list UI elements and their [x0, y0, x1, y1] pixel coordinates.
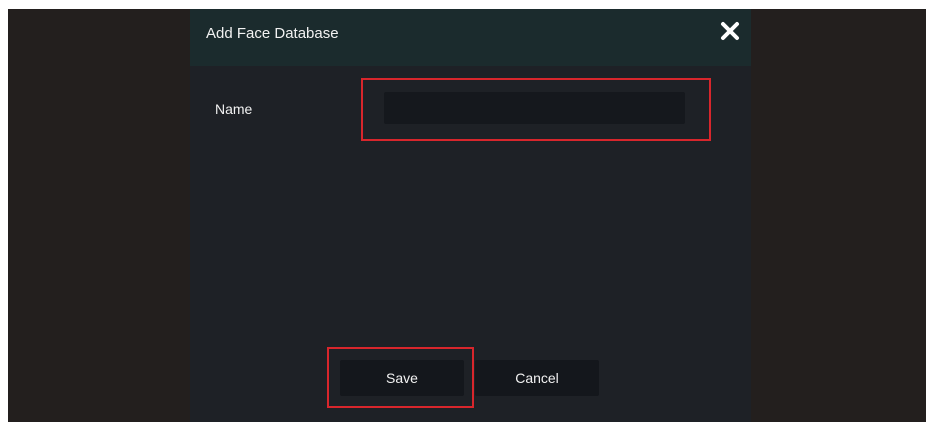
dialog-header: Add Face Database [190, 9, 751, 66]
save-button[interactable]: Save [340, 360, 464, 396]
close-button[interactable] [718, 19, 742, 43]
name-input[interactable] [384, 92, 685, 124]
cancel-button[interactable]: Cancel [475, 360, 599, 396]
name-label: Name [215, 101, 253, 117]
dialog-title: Add Face Database [206, 25, 339, 42]
close-icon [721, 22, 739, 40]
add-face-database-dialog: Add Face Database Name Save Cancel [190, 9, 751, 422]
